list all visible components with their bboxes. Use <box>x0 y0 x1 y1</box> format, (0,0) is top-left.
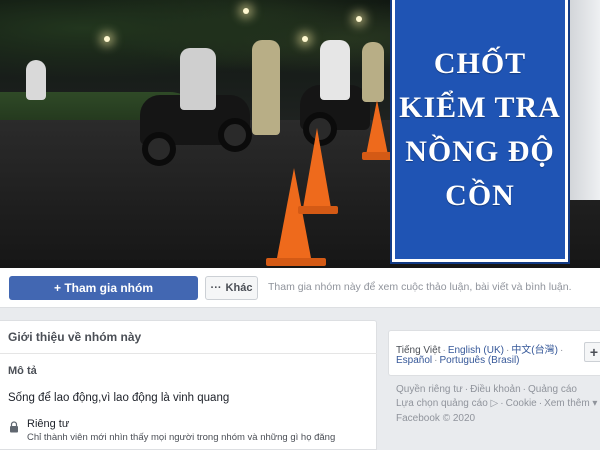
footer-link-terms[interactable]: Điều khoản <box>470 384 521 395</box>
footer-link-privacy[interactable]: Quyền riêng tư <box>396 384 463 395</box>
traffic-cone <box>303 128 331 208</box>
description-label: Mô tả <box>8 365 37 377</box>
footer-link-ad-choices[interactable]: Lựa chọn quảng cáo ▷ <box>396 398 498 409</box>
separator: · <box>538 398 543 409</box>
join-note: Tham gia nhóm này để xem cuộc thảo luận,… <box>268 281 572 293</box>
van <box>566 0 600 200</box>
street-lamp <box>302 36 308 42</box>
rider <box>180 48 216 110</box>
more-label: Khác <box>225 282 253 294</box>
more-button[interactable]: ··· Khác <box>205 276 258 300</box>
police-officer <box>362 42 384 102</box>
privacy-description: Chỉ thành viên mới nhìn thấy mọi người t… <box>27 432 336 443</box>
sign-line: CỒN <box>445 178 515 212</box>
street-lamp <box>243 8 249 14</box>
lock-icon <box>10 421 18 433</box>
police-officer <box>252 40 280 135</box>
street-lamp <box>104 36 110 42</box>
join-group-button[interactable]: + Tham gia nhóm <box>9 276 198 300</box>
ellipsis-icon: ··· <box>210 282 222 294</box>
language-link[interactable]: Português (Brasil) <box>439 355 519 366</box>
sign-line: CHỐT <box>433 46 527 80</box>
separator: · <box>522 384 527 395</box>
divider <box>0 353 377 354</box>
footer-link-ads[interactable]: Quảng cáo <box>528 384 577 395</box>
traffic-cone <box>366 100 388 155</box>
language-row: Español · Português (Brasil) <box>396 355 520 366</box>
bystander <box>26 60 46 100</box>
separator: · <box>434 355 438 366</box>
about-title: Giới thiệu về nhóm này <box>8 330 142 344</box>
separator: · <box>500 398 504 409</box>
plus-icon: + <box>589 344 599 360</box>
privacy-label: Riêng tư <box>27 418 70 430</box>
separator: · <box>559 345 564 356</box>
copyright: Facebook © 2020 <box>396 413 476 424</box>
traffic-cone-base <box>298 206 338 214</box>
join-group-label: + Tham gia nhóm <box>53 281 153 295</box>
checkpoint-sign: CHỐT KIỂM TRA NỒNG ĐỘ CỒN <box>390 0 570 264</box>
sign-line: NỒNG ĐỘ <box>405 134 555 168</box>
separator: · <box>464 384 469 395</box>
add-language-button[interactable]: + <box>584 342 600 362</box>
group-cover-photo[interactable]: CHỐT KIỂM TRA NỒNG ĐỘ CỒN <box>0 0 600 268</box>
language-row: Tiếng Việt · English (UK) · 中文(台灣) · <box>396 341 565 356</box>
wheel <box>142 132 176 166</box>
rider <box>320 40 350 100</box>
traffic-cone-base <box>362 152 392 160</box>
footer-link-more[interactable]: Xem thêm ▾ <box>544 398 597 409</box>
sign-line: KIỂM TRA <box>399 90 561 124</box>
footer-row: Quyền riêng tư · Điều khoản · Quảng cáo <box>396 384 577 395</box>
wheel <box>218 118 252 152</box>
footer-row: Lựa chọn quảng cáo ▷ · Cookie · Xem thêm ▾ <box>396 398 597 409</box>
street-lamp <box>356 16 362 22</box>
description-text: Sống để lao động,vì lao động là vinh qua… <box>8 392 230 404</box>
traffic-cone-base <box>266 258 326 266</box>
language-link[interactable]: Español <box>396 355 432 366</box>
footer-link-cookies[interactable]: Cookie <box>506 398 537 409</box>
